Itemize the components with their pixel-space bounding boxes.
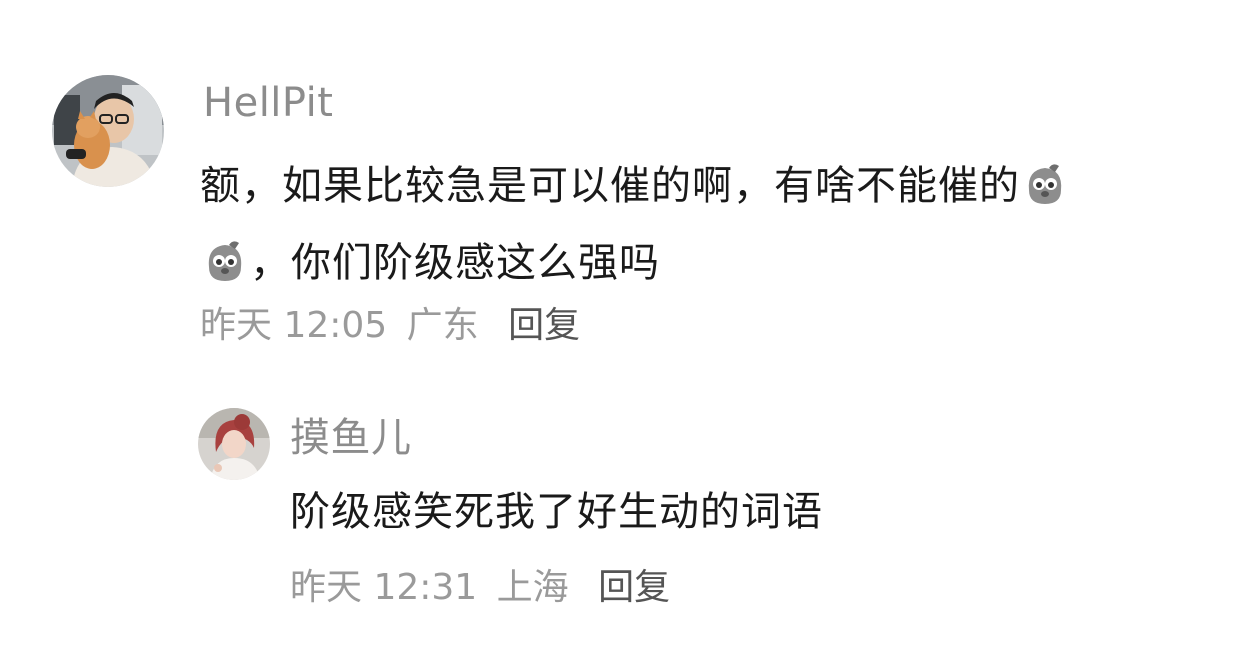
comment-thread: HellPit 额，如果比较急是可以催的啊，有啥不能催的 ，你们阶级感这么强吗 昨… — [0, 0, 1260, 651]
avatar[interactable] — [52, 75, 164, 187]
sad-face-emoji-icon — [1021, 160, 1069, 229]
username[interactable]: HellPit — [203, 78, 333, 128]
comment-time: 昨天 12:05 — [200, 305, 388, 346]
comment-text-part: ，你们阶级感这么强吗 — [250, 240, 660, 286]
comment-text-part: 额，如果比较急是可以催的啊，有啥不能催的 — [200, 163, 1020, 209]
comment-location: 上海 — [496, 567, 569, 608]
comment-meta: 昨天 12:05 广东 回复 — [200, 301, 580, 351]
comment-text: 阶级感笑死我了好生动的词语 — [290, 489, 823, 535]
comment-location: 广东 — [406, 305, 479, 346]
comment-meta: 昨天 12:31 上海 回复 — [290, 563, 670, 613]
comment-time: 昨天 12:31 — [290, 567, 478, 608]
username[interactable]: 摸鱼儿 — [290, 413, 412, 463]
sad-face-emoji-icon — [201, 237, 249, 306]
comment-text: 额，如果比较急是可以催的啊，有啥不能催的 ，你们阶级感这么强吗 — [200, 152, 1080, 306]
reply-button[interactable]: 回复 — [598, 563, 670, 613]
avatar[interactable] — [198, 408, 270, 480]
reply-button[interactable]: 回复 — [508, 301, 580, 351]
